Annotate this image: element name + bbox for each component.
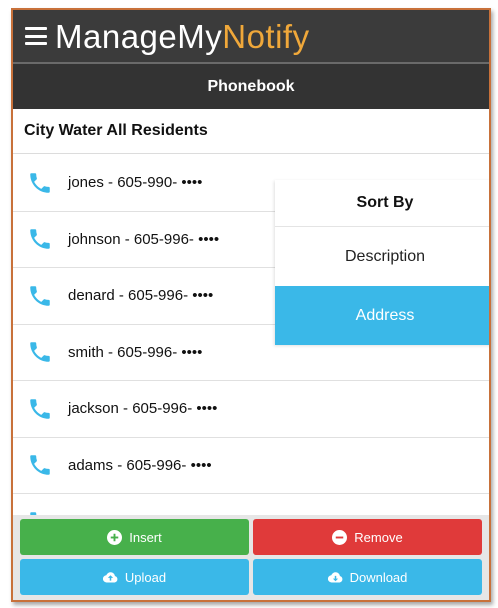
contact-label: smith - 605-996- •••• — [68, 343, 203, 361]
phone-icon — [30, 455, 50, 475]
brand-part2: Notify — [222, 17, 310, 55]
phone-icon — [30, 229, 50, 249]
app-frame: ManageMyNotify Phonebook City Water All … — [11, 8, 491, 602]
sort-menu-title: Sort By — [275, 180, 489, 227]
sort-option-address[interactable]: Address — [275, 286, 489, 345]
contact-label: denard - 605-996- •••• — [68, 287, 214, 305]
sort-menu: Sort By Description Address — [275, 180, 489, 345]
app-header: ManageMyNotify — [13, 10, 489, 62]
download-label: Download — [349, 569, 408, 585]
menu-icon[interactable] — [25, 27, 47, 45]
remove-label: Remove — [354, 529, 403, 545]
contact-label: adams - 605-996- •••• — [68, 456, 212, 474]
download-button[interactable]: Download — [253, 559, 482, 595]
phone-icon — [30, 342, 50, 362]
brand-part1: ManageMy — [55, 17, 223, 55]
contact-label: jackson - 605-996- •••• — [68, 400, 218, 418]
insert-label: Insert — [129, 529, 162, 545]
minus-circle-icon — [332, 529, 348, 545]
phone-icon — [30, 173, 50, 193]
action-bar: Insert Remove Upload Download — [13, 515, 489, 600]
phone-icon — [30, 399, 50, 419]
contact-row[interactable]: jackson - 605-996- •••• — [13, 381, 489, 438]
upload-button[interactable]: Upload — [20, 559, 249, 595]
contact-row[interactable]: adams - 605-996- •••• — [13, 438, 489, 494]
page-title: Phonebook — [13, 62, 489, 109]
upload-label: Upload — [124, 569, 167, 585]
sort-option-description[interactable]: Description — [275, 227, 489, 286]
app-logo: ManageMyNotify — [55, 20, 310, 53]
group-name: City Water All Residents — [13, 109, 489, 154]
contact-row-partial[interactable] — [13, 494, 489, 517]
contact-label: johnson - 605-996- •••• — [68, 230, 220, 248]
phone-icon — [30, 286, 50, 306]
cloud-upload-icon — [102, 571, 118, 582]
plus-circle-icon — [107, 529, 123, 545]
remove-button[interactable]: Remove — [253, 519, 482, 555]
cloud-download-icon — [327, 571, 342, 582]
contact-label: jones - 605-990- •••• — [68, 174, 203, 192]
insert-button[interactable]: Insert — [20, 519, 249, 555]
